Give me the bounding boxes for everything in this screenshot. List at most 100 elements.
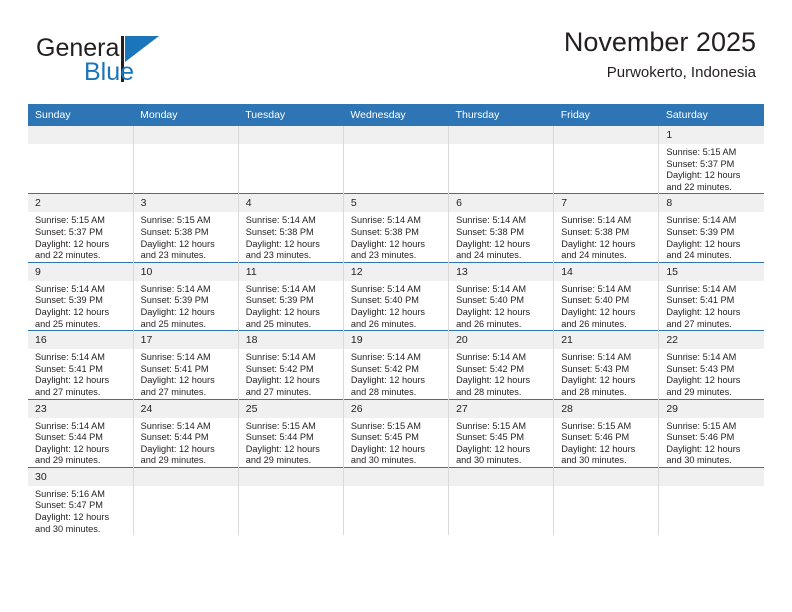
- sunset-text: Sunset: 5:39 PM: [35, 295, 103, 306]
- day-cell[interactable]: 5 Sunrise: 5:14 AM Sunset: 5:38 PM Dayli…: [343, 193, 450, 263]
- day-cell[interactable]: 1 Sunrise: 5:15 AM Sunset: 5:37 PM Dayli…: [658, 126, 764, 194]
- day-cell[interactable]: 23 Sunrise: 5:14 AM Sunset: 5:44 PM Dayl…: [28, 398, 134, 468]
- day-number: [238, 467, 343, 486]
- day-cell[interactable]: 6 Sunrise: 5:14 AM Sunset: 5:38 PM Dayli…: [448, 193, 555, 263]
- day-cell[interactable]: 15 Sunrise: 5:14 AM Sunset: 5:41 PM Dayl…: [658, 261, 764, 331]
- day-cell[interactable]: 2 Sunrise: 5:15 AM Sunset: 5:37 PM Dayli…: [28, 193, 134, 263]
- day-number: [28, 126, 133, 144]
- sunrise-text: Sunrise: 5:15 AM: [666, 420, 737, 431]
- day-number: 19: [343, 331, 449, 350]
- day-info: Sunrise: 5:14 AM Sunset: 5:40 PM Dayligh…: [449, 281, 553, 330]
- day-cell[interactable]: [343, 466, 450, 536]
- page-subtitle: Purwokerto, Indonesia: [606, 64, 756, 81]
- day-cell[interactable]: 22 Sunrise: 5:14 AM Sunset: 5:43 PM Dayl…: [658, 330, 764, 399]
- day-cell[interactable]: 19 Sunrise: 5:14 AM Sunset: 5:42 PM Dayl…: [343, 330, 450, 399]
- day-cell[interactable]: 10 Sunrise: 5:14 AM Sunset: 5:39 PM Dayl…: [133, 261, 239, 331]
- daylight-text-line2: and 24 minutes.: [456, 250, 522, 261]
- day-info: Sunrise: 5:14 AM Sunset: 5:39 PM Dayligh…: [28, 281, 133, 330]
- sunset-text: Sunset: 5:37 PM: [666, 158, 735, 169]
- weekday-header-saturday: Saturday: [658, 104, 764, 126]
- day-info: Sunrise: 5:14 AM Sunset: 5:41 PM Dayligh…: [134, 349, 238, 398]
- calendar-week-row: 16 Sunrise: 5:14 AM Sunset: 5:41 PM Dayl…: [28, 330, 764, 399]
- day-cell[interactable]: 18 Sunrise: 5:14 AM Sunset: 5:42 PM Dayl…: [238, 330, 344, 399]
- day-cell[interactable]: [448, 126, 555, 194]
- day-cell[interactable]: 16 Sunrise: 5:14 AM Sunset: 5:41 PM Dayl…: [28, 330, 134, 399]
- day-info: Sunrise: 5:14 AM Sunset: 5:38 PM Dayligh…: [449, 212, 553, 261]
- daylight-text-line1: Daylight: 12 hours: [561, 375, 636, 386]
- daylight-text-line1: Daylight: 12 hours: [35, 375, 110, 386]
- day-info: Sunrise: 5:15 AM Sunset: 5:45 PM Dayligh…: [449, 418, 553, 467]
- day-cell[interactable]: 27 Sunrise: 5:15 AM Sunset: 5:45 PM Dayl…: [448, 398, 555, 468]
- sunset-text: Sunset: 5:43 PM: [561, 363, 630, 374]
- day-info: Sunrise: 5:14 AM Sunset: 5:43 PM Dayligh…: [659, 349, 764, 398]
- sunset-text: Sunset: 5:44 PM: [140, 432, 209, 443]
- weekday-header-monday: Monday: [133, 104, 239, 126]
- daylight-text-line1: Daylight: 12 hours: [140, 306, 215, 317]
- day-cell[interactable]: 29 Sunrise: 5:15 AM Sunset: 5:46 PM Dayl…: [658, 398, 764, 468]
- day-cell[interactable]: 17 Sunrise: 5:14 AM Sunset: 5:41 PM Dayl…: [133, 330, 239, 399]
- day-cell[interactable]: 12 Sunrise: 5:14 AM Sunset: 5:40 PM Dayl…: [343, 261, 450, 331]
- sunrise-text: Sunrise: 5:14 AM: [561, 352, 632, 363]
- sunrise-text: Sunrise: 5:14 AM: [35, 352, 105, 363]
- day-cell[interactable]: 26 Sunrise: 5:15 AM Sunset: 5:45 PM Dayl…: [343, 398, 450, 468]
- daylight-text-line2: and 28 minutes.: [561, 386, 627, 397]
- day-info: Sunrise: 5:15 AM Sunset: 5:37 PM Dayligh…: [28, 212, 133, 261]
- daylight-text-line2: and 27 minutes.: [140, 386, 207, 397]
- day-cell[interactable]: 25 Sunrise: 5:15 AM Sunset: 5:44 PM Dayl…: [238, 398, 344, 468]
- day-number: 7: [554, 194, 659, 213]
- day-cell[interactable]: 9 Sunrise: 5:14 AM Sunset: 5:39 PM Dayli…: [28, 261, 134, 331]
- day-info: Sunrise: 5:14 AM Sunset: 5:44 PM Dayligh…: [28, 418, 133, 467]
- day-cell[interactable]: 13 Sunrise: 5:14 AM Sunset: 5:40 PM Dayl…: [448, 261, 555, 331]
- day-cell[interactable]: [553, 466, 660, 536]
- day-cell[interactable]: 4 Sunrise: 5:14 AM Sunset: 5:38 PM Dayli…: [238, 193, 344, 263]
- day-cell[interactable]: [133, 126, 239, 194]
- daylight-text-line2: and 29 minutes.: [666, 386, 732, 397]
- day-cell[interactable]: 28 Sunrise: 5:15 AM Sunset: 5:46 PM Dayl…: [553, 398, 660, 468]
- day-cell[interactable]: 14 Sunrise: 5:14 AM Sunset: 5:40 PM Dayl…: [553, 261, 660, 331]
- sunset-text: Sunset: 5:41 PM: [35, 363, 103, 374]
- day-cell[interactable]: 24 Sunrise: 5:14 AM Sunset: 5:44 PM Dayl…: [133, 398, 239, 468]
- day-number: [554, 126, 659, 144]
- sunset-text: Sunset: 5:46 PM: [666, 432, 735, 443]
- day-cell[interactable]: [238, 466, 344, 536]
- daylight-text-line2: and 26 minutes.: [561, 318, 627, 329]
- sunrise-text: Sunrise: 5:14 AM: [350, 352, 421, 363]
- daylight-text-line1: Daylight: 12 hours: [350, 238, 425, 249]
- sunrise-text: Sunrise: 5:14 AM: [245, 215, 316, 226]
- day-cell[interactable]: 3 Sunrise: 5:15 AM Sunset: 5:38 PM Dayli…: [133, 193, 239, 263]
- day-cell[interactable]: 11 Sunrise: 5:14 AM Sunset: 5:39 PM Dayl…: [238, 261, 344, 331]
- day-cell[interactable]: 20 Sunrise: 5:14 AM Sunset: 5:42 PM Dayl…: [448, 330, 555, 399]
- daylight-text-line2: and 23 minutes.: [245, 250, 312, 261]
- page-title: November 2025: [563, 27, 756, 57]
- day-cell[interactable]: [553, 126, 660, 194]
- daylight-text-line1: Daylight: 12 hours: [35, 443, 110, 454]
- day-number: 3: [133, 194, 238, 213]
- daylight-text-line2: and 26 minutes.: [456, 318, 522, 329]
- title-block: November 2025 Purwokerto, Indonesia: [564, 26, 756, 82]
- day-cell[interactable]: [238, 126, 344, 194]
- day-cell[interactable]: [343, 126, 450, 194]
- daylight-text-line2: and 22 minutes.: [666, 181, 732, 192]
- daylight-text-line1: Daylight: 12 hours: [561, 238, 636, 249]
- sunrise-text: Sunrise: 5:15 AM: [350, 420, 421, 431]
- day-cell[interactable]: 21 Sunrise: 5:14 AM Sunset: 5:43 PM Dayl…: [553, 330, 660, 399]
- day-cell[interactable]: 8 Sunrise: 5:14 AM Sunset: 5:39 PM Dayli…: [658, 193, 764, 263]
- day-number: 29: [659, 399, 764, 418]
- day-info: Sunrise: 5:14 AM Sunset: 5:41 PM Dayligh…: [659, 281, 764, 330]
- day-number: 26: [343, 399, 449, 418]
- day-cell[interactable]: [658, 466, 764, 536]
- day-number: 22: [659, 331, 764, 350]
- day-cell[interactable]: [448, 466, 555, 536]
- day-cell[interactable]: [28, 126, 134, 194]
- day-cell[interactable]: 30 Sunrise: 5:16 AM Sunset: 5:47 PM Dayl…: [28, 466, 134, 536]
- day-number: 18: [238, 331, 343, 350]
- day-cell[interactable]: 7 Sunrise: 5:14 AM Sunset: 5:38 PM Dayli…: [553, 193, 660, 263]
- daylight-text-line2: and 30 minutes.: [456, 455, 522, 466]
- calendar-week-row: 23 Sunrise: 5:14 AM Sunset: 5:44 PM Dayl…: [28, 398, 764, 468]
- general-blue-logo[interactable]: General Blue: [36, 34, 226, 92]
- day-cell[interactable]: [133, 466, 239, 536]
- daylight-text-line1: Daylight: 12 hours: [456, 375, 531, 386]
- day-info: Sunrise: 5:15 AM Sunset: 5:37 PM Dayligh…: [659, 144, 764, 193]
- day-number: 15: [659, 262, 764, 281]
- sunrise-text: Sunrise: 5:14 AM: [456, 352, 527, 363]
